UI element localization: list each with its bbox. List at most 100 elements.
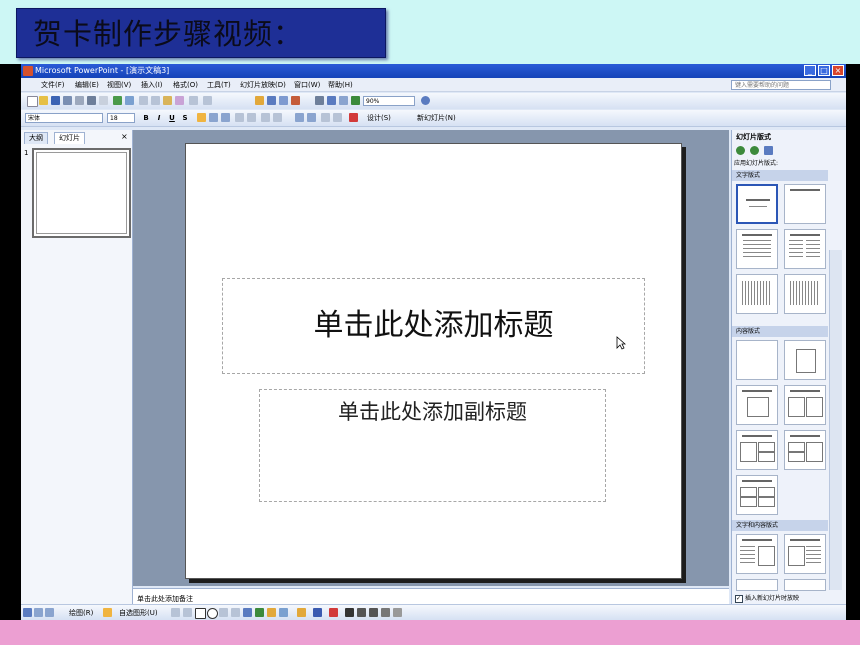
new-slide-button[interactable]: 新幻灯片(N) (417, 113, 456, 123)
layout-title-two-content-text[interactable] (784, 579, 826, 591)
layout-two-column-text[interactable] (784, 229, 826, 269)
menu-help[interactable]: 帮助(H) (328, 80, 353, 90)
bold-button[interactable]: B (141, 113, 151, 123)
menu-file[interactable]: 文件(F) (41, 80, 65, 90)
layout-title-content-two[interactable] (736, 430, 778, 470)
zoom-select[interactable]: 90% (363, 96, 415, 106)
layout-blank[interactable] (736, 340, 778, 380)
align-right-icon[interactable] (221, 113, 230, 122)
align-left-icon[interactable] (197, 113, 206, 122)
font-size-select[interactable]: 18 (107, 113, 135, 123)
italic-button[interactable]: I (154, 113, 164, 123)
menu-window[interactable]: 窗口(W) (294, 80, 320, 90)
undo-icon[interactable] (189, 96, 198, 105)
distribute-icon[interactable] (247, 113, 256, 122)
cut-icon[interactable] (139, 96, 148, 105)
close-button[interactable]: × (832, 65, 844, 76)
subtitle-placeholder[interactable]: 单击此处添加副标题 (259, 389, 606, 502)
color-grayscale-icon[interactable] (351, 96, 360, 105)
autoshapes-button[interactable]: 自选图形(U) (119, 608, 158, 618)
format-painter-icon[interactable] (175, 96, 184, 105)
minimize-button[interactable]: _ (804, 65, 816, 76)
tab-slides[interactable]: 幻灯片 (54, 132, 85, 144)
increase-font-icon[interactable] (295, 113, 304, 122)
back-icon[interactable] (736, 146, 745, 155)
justify-icon[interactable] (235, 113, 244, 122)
layout-vertical-text[interactable] (736, 274, 778, 314)
layout-title-content[interactable] (736, 385, 778, 425)
line-icon[interactable] (171, 608, 180, 617)
layout-title-content-text[interactable] (784, 534, 826, 574)
layout-title-only[interactable] (784, 184, 826, 224)
layout-title-text-two-content[interactable] (736, 579, 778, 591)
picture-icon[interactable] (279, 608, 288, 617)
decrease-indent-icon[interactable] (321, 113, 330, 122)
font-color-icon[interactable] (349, 113, 358, 122)
paste-icon[interactable] (163, 96, 172, 105)
dash-style-icon[interactable] (357, 608, 366, 617)
grid-icon[interactable] (339, 96, 348, 105)
layout-content[interactable] (784, 340, 826, 380)
numbering-icon[interactable] (261, 113, 270, 122)
slide-sorter-icon[interactable] (34, 608, 43, 617)
expand-all-icon[interactable] (315, 96, 324, 105)
save-icon[interactable] (51, 96, 60, 105)
redo-icon[interactable] (203, 96, 212, 105)
insert-image-icon[interactable] (291, 96, 300, 105)
select-objects-icon[interactable] (103, 608, 112, 617)
open-icon[interactable] (39, 96, 48, 105)
line-color-icon[interactable] (313, 608, 322, 617)
clipart-icon[interactable] (267, 608, 276, 617)
menu-edit[interactable]: 编辑(E) (75, 80, 99, 90)
wordart-icon[interactable] (243, 608, 252, 617)
textbox-icon[interactable] (219, 608, 228, 617)
insert-table-icon[interactable] (267, 96, 276, 105)
new-icon[interactable] (27, 96, 38, 107)
arrow-icon[interactable] (183, 608, 192, 617)
shadow-style-icon[interactable] (381, 608, 390, 617)
menu-format[interactable]: 格式(O) (173, 80, 198, 90)
close-pane-button[interactable]: × (121, 132, 128, 141)
show-formatting-icon[interactable] (327, 96, 336, 105)
slide-thumbnail[interactable] (32, 148, 131, 238)
rectangle-icon[interactable] (195, 608, 206, 619)
fill-color-icon[interactable] (297, 608, 306, 617)
show-when-inserting-checkbox[interactable]: ✓ 插入新幻灯片时放映 (735, 593, 799, 603)
forward-icon[interactable] (750, 146, 759, 155)
shadow-button[interactable]: S (180, 113, 190, 123)
diagram-icon[interactable] (255, 608, 264, 617)
permission-icon[interactable] (63, 96, 72, 105)
help-icon[interactable] (421, 96, 430, 105)
menu-slideshow[interactable]: 幻灯片放映(D) (240, 80, 286, 90)
copy-icon[interactable] (151, 96, 160, 105)
layout-title-text-content[interactable] (736, 534, 778, 574)
font-select[interactable]: 宋体 (25, 113, 103, 123)
tab-outline[interactable]: 大纲 (24, 132, 48, 144)
slideshow-icon[interactable] (45, 608, 54, 617)
home-icon[interactable] (764, 146, 773, 155)
tables-borders-icon[interactable] (279, 96, 288, 105)
title-placeholder[interactable]: 单击此处添加标题 (222, 278, 645, 374)
print-icon[interactable] (87, 96, 96, 105)
oval-icon[interactable] (207, 608, 218, 619)
underline-button[interactable]: U (167, 113, 177, 123)
preview-icon[interactable] (99, 96, 108, 105)
increase-indent-icon[interactable] (333, 113, 342, 122)
line-style-icon[interactable] (345, 608, 354, 617)
layout-vertical-title-text[interactable] (784, 274, 826, 314)
bullets-icon[interactable] (273, 113, 282, 122)
draw-font-color-icon[interactable] (329, 608, 338, 617)
arrow-style-icon[interactable] (369, 608, 378, 617)
decrease-font-icon[interactable] (307, 113, 316, 122)
normal-view-icon[interactable] (23, 608, 32, 617)
task-pane-scrollbar[interactable] (829, 250, 842, 590)
menu-insert[interactable]: 插入(I) (141, 80, 163, 90)
layout-title-two-content-one[interactable] (784, 430, 826, 470)
draw-menu-button[interactable]: 绘图(R) (69, 608, 93, 618)
research-icon[interactable] (125, 96, 134, 105)
restore-button[interactable]: □ (818, 65, 830, 76)
insert-chart-icon[interactable] (255, 96, 264, 105)
vertical-textbox-icon[interactable] (231, 608, 240, 617)
design-button[interactable]: 设计(S) (367, 113, 391, 123)
slide-canvas[interactable]: 单击此处添加标题 单击此处添加副标题 (185, 143, 682, 579)
